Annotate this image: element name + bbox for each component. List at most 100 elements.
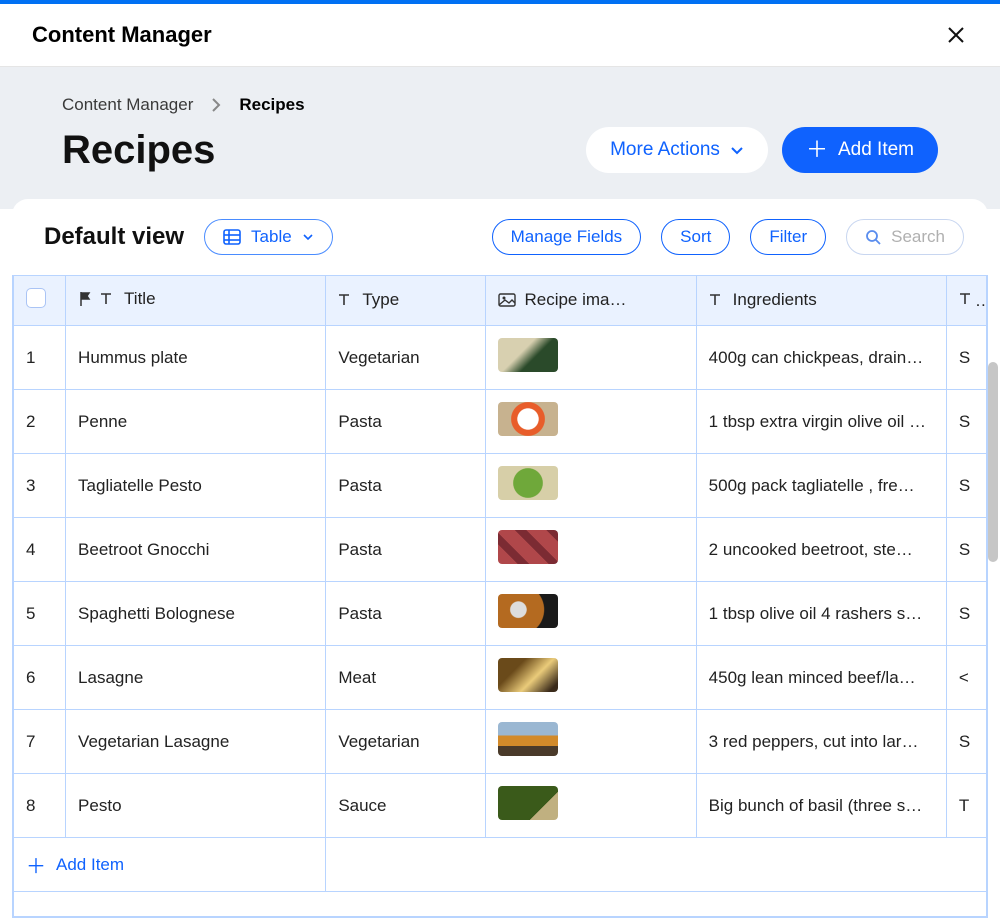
image-thumbnail: [498, 402, 558, 436]
cell-image: [486, 774, 696, 838]
table-row[interactable]: 6LasagneMeat450g lean minced beef/la…<: [14, 646, 987, 710]
table-header: Title Type Recipe ima…: [14, 276, 987, 326]
cell-type: Pasta: [326, 582, 486, 646]
cell-ingredients: 1 tbsp olive oil 4 rashers s…: [696, 582, 946, 646]
text-icon: [100, 292, 116, 306]
image-icon: [498, 293, 516, 307]
cell-ingredients: 500g pack tagliatelle , fre…: [696, 454, 946, 518]
cell-type: Pasta: [326, 454, 486, 518]
cell-type: Sauce: [326, 774, 486, 838]
scrollbar-thumb[interactable]: [988, 362, 998, 562]
cell-type: Meat: [326, 646, 486, 710]
table-row[interactable]: 1Hummus plateVegetarian400g can chickpea…: [14, 326, 987, 390]
chevron-down-icon: [730, 143, 744, 157]
row-number: 6: [14, 646, 66, 710]
cell-ingredients: 450g lean minced beef/la…: [696, 646, 946, 710]
row-number: 7: [14, 710, 66, 774]
table-row[interactable]: 7Vegetarian LasagneVegetarian 3 red peppe…: [14, 710, 987, 774]
cell-image: [486, 390, 696, 454]
column-image-header[interactable]: Recipe ima…: [486, 276, 696, 326]
cell-overflow: S: [946, 454, 986, 518]
image-thumbnail: [498, 530, 558, 564]
cell-title: Penne: [66, 390, 326, 454]
cell-ingredients: 3 red peppers, cut into lar…: [696, 710, 946, 774]
row-number: 2: [14, 390, 66, 454]
search-input[interactable]: Search: [846, 219, 964, 255]
page-actions: More Actions ＋ Add Item: [586, 127, 938, 173]
column-overflow-header[interactable]: [946, 276, 986, 326]
text-icon: [709, 293, 725, 307]
close-button[interactable]: [944, 23, 968, 47]
scrollbar[interactable]: [988, 362, 998, 742]
cell-overflow: S: [946, 326, 986, 390]
breadcrumb-root[interactable]: Content Manager: [62, 95, 193, 115]
cell-title: Vegetarian Lasagne: [66, 710, 326, 774]
view-name: Default view: [44, 223, 184, 251]
table-row[interactable]: 4Beetroot GnocchiPasta2 uncooked beetroo…: [14, 518, 987, 582]
add-item-row[interactable]: ＋ Add Item: [14, 838, 987, 892]
cell-type: Pasta: [326, 518, 486, 582]
add-item-row-label: Add Item: [56, 855, 124, 875]
more-actions-label: More Actions: [610, 139, 720, 161]
cell-title: Hummus plate: [66, 326, 326, 390]
cell-overflow: S: [946, 710, 986, 774]
cell-overflow: S: [946, 390, 986, 454]
manage-fields-button[interactable]: Manage Fields: [492, 219, 642, 255]
data-table: Title Type Recipe ima…: [13, 275, 987, 917]
column-image-label: Recipe ima…: [524, 290, 626, 310]
flag-icon: [78, 291, 92, 307]
checkbox-icon: [26, 288, 46, 308]
add-item-button[interactable]: ＋ Add Item: [782, 127, 938, 173]
cell-type: Pasta: [326, 390, 486, 454]
image-thumbnail: [498, 338, 558, 372]
add-item-label: Add Item: [838, 139, 914, 161]
image-thumbnail: [498, 786, 558, 820]
cell-title: Lasagne: [66, 646, 326, 710]
manage-fields-label: Manage Fields: [511, 227, 623, 247]
image-thumbnail: [498, 722, 558, 756]
view-mode-switch[interactable]: Table: [204, 219, 333, 255]
sort-button[interactable]: Sort: [661, 219, 730, 255]
text-icon: [959, 292, 975, 306]
cell-ingredients: Big bunch of basil (three s…: [696, 774, 946, 838]
column-type-label: Type: [362, 290, 399, 310]
cell-image: [486, 710, 696, 774]
select-all-header[interactable]: [14, 276, 66, 326]
table-row[interactable]: 3Tagliatelle PestoPasta500g pack tagliat…: [14, 454, 987, 518]
cell-overflow: T: [946, 774, 986, 838]
table-row[interactable]: 8PestoSauceBig bunch of basil (three s…T: [14, 774, 987, 838]
search-icon: [865, 229, 881, 245]
column-ingredients-header[interactable]: Ingredients: [696, 276, 946, 326]
cell-type: Vegetarian: [326, 710, 486, 774]
cell-ingredients: 400g can chickpeas, drain…: [696, 326, 946, 390]
column-title-header[interactable]: Title: [66, 276, 326, 326]
breadcrumb-current: Recipes: [239, 95, 304, 115]
column-type-header[interactable]: Type: [326, 276, 486, 326]
breadcrumb-area: Content Manager Recipes Recipes More Act…: [0, 67, 1000, 209]
text-icon: [338, 293, 354, 307]
breadcrumb: Content Manager Recipes: [62, 95, 938, 115]
cell-image: [486, 326, 696, 390]
column-title-label: Title: [124, 289, 156, 309]
cell-image: [486, 646, 696, 710]
empty-row: [14, 892, 987, 917]
cell-title: Spaghetti Bolognese: [66, 582, 326, 646]
app-header: Content Manager: [0, 4, 1000, 67]
page-title: Recipes: [62, 128, 215, 173]
cell-ingredients: 1 tbsp extra virgin olive oil …: [696, 390, 946, 454]
table-row[interactable]: 5Spaghetti BolognesePasta1 tbsp olive oi…: [14, 582, 987, 646]
plus-icon: ＋: [806, 139, 828, 161]
table-row[interactable]: 2PennePasta 1 tbsp extra virgin olive oil…: [14, 390, 987, 454]
cell-image: [486, 518, 696, 582]
chevron-right-icon: [211, 98, 221, 112]
view-bar: Default view Table Manage Fields Sort Fi…: [12, 199, 988, 275]
image-thumbnail: [498, 594, 558, 628]
filter-button[interactable]: Filter: [750, 219, 826, 255]
chevron-down-icon: [302, 231, 314, 243]
cell-title: Beetroot Gnocchi: [66, 518, 326, 582]
more-actions-button[interactable]: More Actions: [586, 127, 768, 173]
header-title: Content Manager: [32, 22, 212, 48]
sort-label: Sort: [680, 227, 711, 247]
row-number: 3: [14, 454, 66, 518]
search-placeholder: Search: [891, 227, 945, 247]
